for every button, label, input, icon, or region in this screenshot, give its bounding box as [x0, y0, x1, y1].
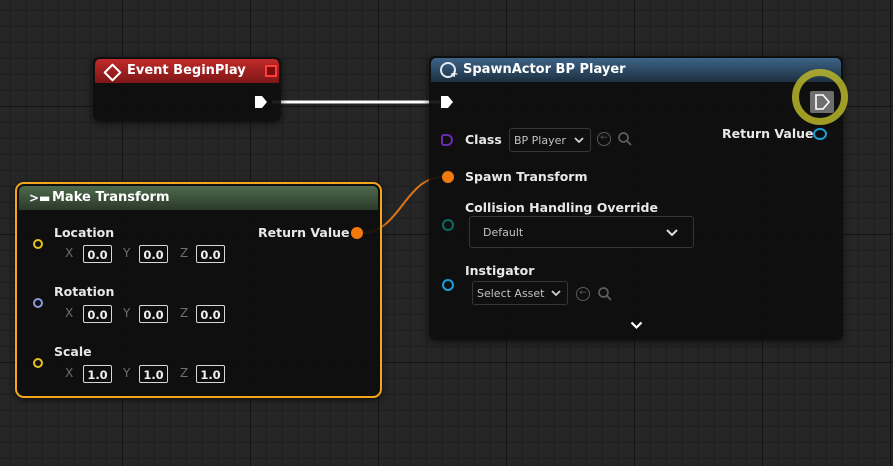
class-dropdown[interactable]: BP Player: [509, 128, 591, 152]
location-x-axis: X: [65, 246, 74, 260]
spawn-transform-pin[interactable]: [442, 171, 454, 183]
scale-y-field[interactable]: 1.0: [139, 365, 168, 383]
event-node-title: Event BeginPlay: [127, 63, 246, 78]
location-z-field[interactable]: 0.0: [196, 245, 225, 263]
location-label: Location: [54, 225, 115, 240]
rotation-x-axis: X: [65, 306, 74, 320]
delegate-pin-icon[interactable]: [265, 65, 277, 77]
scale-x-axis: X: [65, 366, 74, 380]
scale-label: Scale: [54, 344, 92, 359]
class-pin[interactable]: [441, 134, 453, 146]
rotation-y-axis: Y: [123, 306, 131, 320]
function-icon: >▬: [29, 191, 51, 205]
scale-x-field[interactable]: 1.0: [83, 365, 112, 383]
return-value-pin[interactable]: [813, 128, 827, 140]
class-label: Class: [465, 132, 502, 147]
chevron-down-icon: [574, 137, 584, 144]
make-transform-node[interactable]: >▬ Make Transform Return Value Location …: [15, 182, 382, 398]
event-node-header[interactable]: Event BeginPlay: [95, 59, 279, 83]
make-transform-title: Make Transform: [52, 190, 170, 205]
collision-dropdown[interactable]: Default: [469, 216, 694, 248]
location-pin[interactable]: [33, 239, 43, 249]
rotation-z-field[interactable]: 0.0: [196, 305, 225, 323]
rotation-z-axis: Z: [180, 306, 189, 320]
spawn-transform-label: Spawn Transform: [465, 169, 588, 184]
spawn-actor-node[interactable]: + SpawnActor BP Player Class BP Player ←…: [429, 56, 848, 340]
make-transform-header[interactable]: >▬ Make Transform: [19, 186, 378, 210]
spawn-actor-header[interactable]: + SpawnActor BP Player: [431, 58, 841, 82]
browse-search-icon[interactable]: [597, 286, 613, 302]
expand-advanced-chevron-icon[interactable]: [630, 321, 643, 330]
exec-input-pin[interactable]: [439, 94, 455, 110]
rotation-label: Rotation: [54, 284, 115, 299]
instigator-dropdown-value: Select Asset: [477, 287, 545, 300]
spawn-actor-icon-plus: +: [450, 69, 459, 80]
event-beginplay-node[interactable]: Event BeginPlay: [93, 57, 281, 121]
use-selected-icon[interactable]: ←: [597, 132, 611, 146]
location-x-field[interactable]: 0.0: [83, 245, 112, 263]
location-z-axis: Z: [180, 246, 189, 260]
rotation-x-field[interactable]: 0.0: [83, 305, 112, 323]
collision-label: Collision Handling Override: [465, 200, 658, 215]
chevron-down-icon: [551, 290, 561, 297]
chevron-down-icon: [666, 229, 678, 237]
browse-search-icon[interactable]: [617, 131, 633, 147]
collision-dropdown-value: Default: [483, 226, 524, 239]
location-y-axis: Y: [123, 246, 131, 260]
spawn-return-label: Return Value: [722, 126, 814, 141]
location-y-field[interactable]: 0.0: [139, 245, 168, 263]
scale-pin[interactable]: [33, 358, 43, 368]
class-dropdown-value: BP Player: [514, 134, 566, 147]
rotation-y-field[interactable]: 0.0: [139, 305, 168, 323]
transform-output-pin[interactable]: [351, 227, 363, 239]
scale-z-field[interactable]: 1.0: [196, 365, 225, 383]
use-selected-icon[interactable]: ←: [576, 287, 590, 301]
exec-output-pin[interactable]: [253, 94, 269, 110]
collision-pin[interactable]: [442, 219, 454, 231]
scale-y-axis: Y: [123, 366, 131, 380]
instigator-dropdown[interactable]: Select Asset: [472, 281, 568, 305]
instigator-label: Instigator: [465, 263, 535, 278]
scale-z-axis: Z: [180, 366, 189, 380]
instigator-pin[interactable]: [442, 279, 454, 291]
make-transform-return-label: Return Value: [258, 225, 350, 240]
exec-output-pin[interactable]: [810, 91, 834, 113]
rotation-pin[interactable]: [33, 298, 43, 308]
event-diamond-icon: [103, 63, 122, 82]
spawn-actor-title: SpawnActor BP Player: [463, 62, 626, 77]
